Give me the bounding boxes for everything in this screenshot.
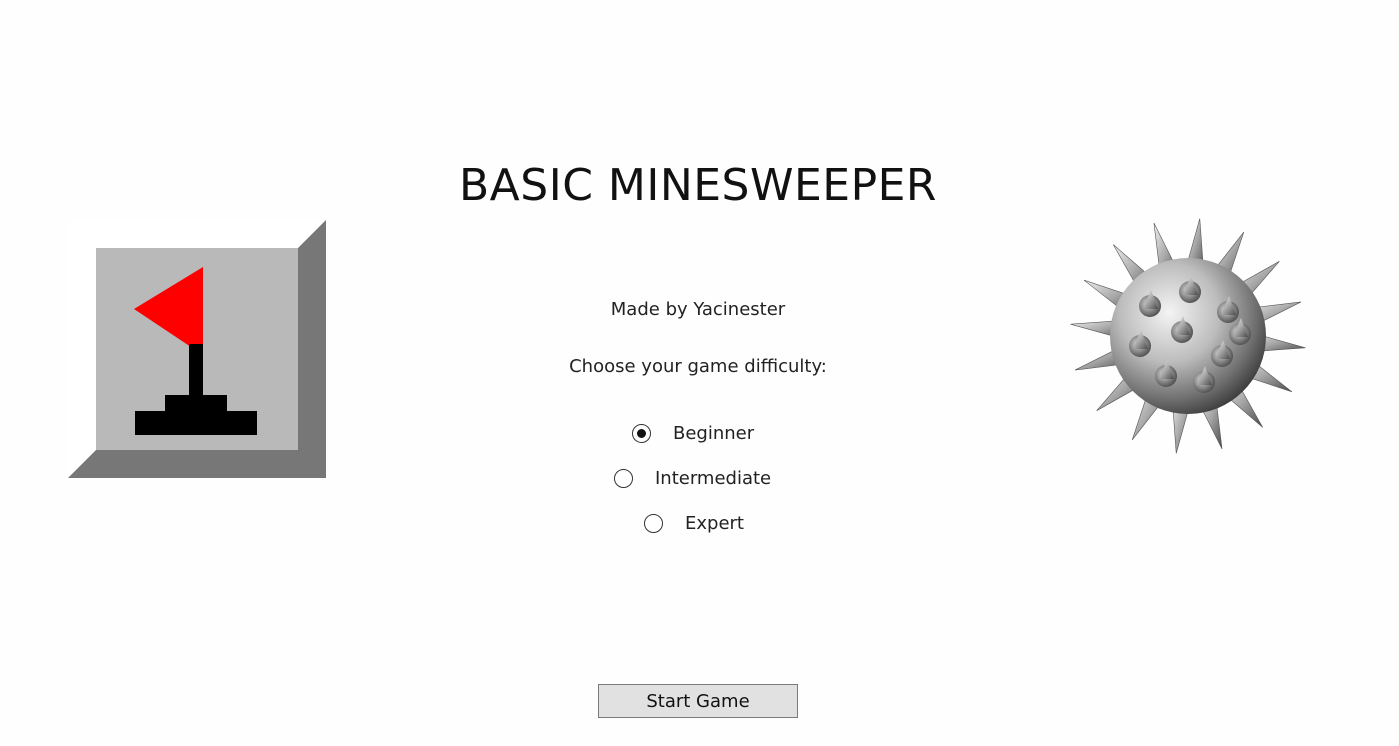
mine-svg [1070,218,1306,454]
flag-tile-icon [68,220,326,478]
radio-label-intermediate: Intermediate [655,467,772,489]
radio-button-beginner[interactable] [632,423,651,443]
radio-beginner[interactable]: Beginner [632,421,754,445]
radio-button-expert[interactable] [644,513,663,533]
radio-label-expert: Expert [685,512,744,534]
flag-tile-svg [68,220,326,478]
radio-expert[interactable]: Expert [644,511,744,535]
radio-button-intermediate[interactable] [614,468,633,488]
radio-label-beginner: Beginner [673,422,755,444]
radio-selected-dot [637,428,646,438]
radio-intermediate[interactable]: Intermediate [614,466,771,490]
start-game-button[interactable]: Start Game [598,684,798,718]
mine-icon [1068,218,1308,458]
page-title: BASIC MINESWEEPER [459,160,937,211]
main-menu-window: BASIC MINESWEEPER Made by Yacinester Cho… [0,0,1399,746]
